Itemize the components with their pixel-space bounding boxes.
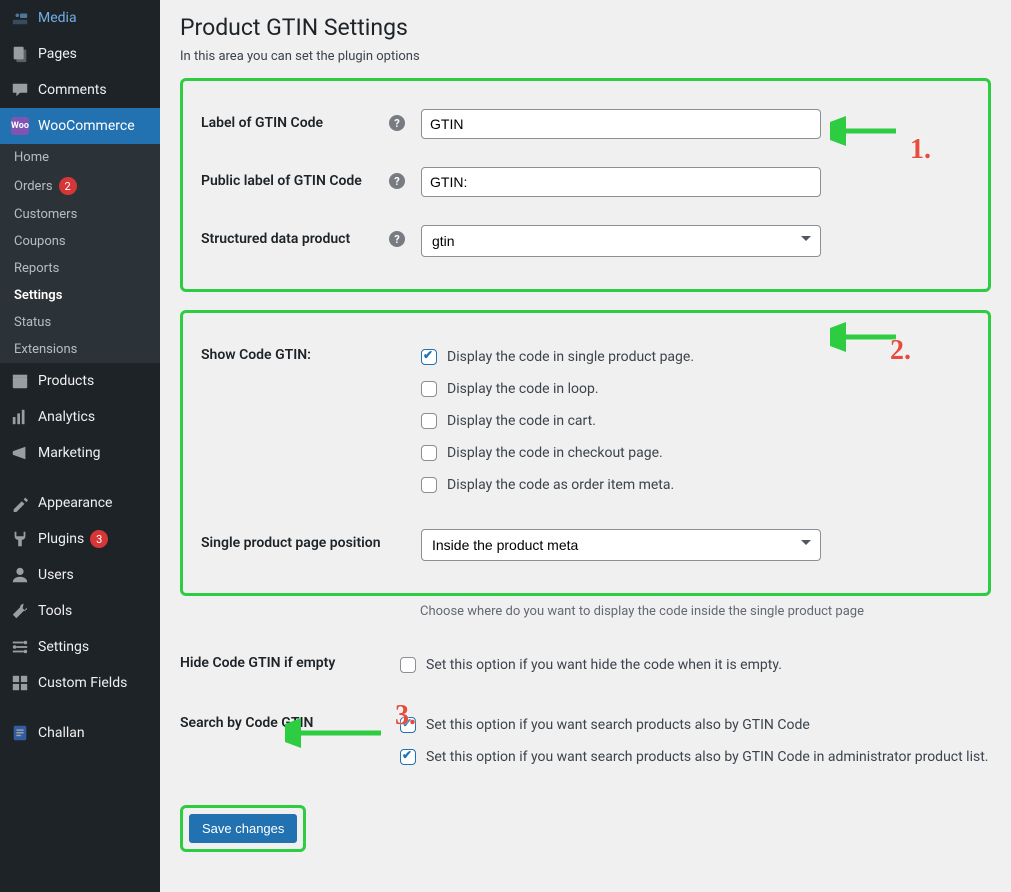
- checkbox-single-product[interactable]: [421, 349, 437, 365]
- input-public-label[interactable]: [421, 167, 821, 197]
- sidebar-item-settings[interactable]: Settings: [0, 629, 160, 665]
- submenu-settings[interactable]: Settings: [0, 282, 160, 309]
- sidebar-item-comments[interactable]: Comments: [0, 72, 160, 108]
- sidebar-label: Challan: [38, 725, 85, 741]
- main-content: Product GTIN Settings In this area you c…: [160, 0, 1011, 892]
- sidebar-item-appearance[interactable]: Appearance: [0, 485, 160, 521]
- page-title: Product GTIN Settings: [180, 14, 991, 41]
- label-public-gtin: Public label of GTIN Code?: [201, 167, 421, 189]
- label-search: Search by Code GTIN: [180, 709, 400, 731]
- submenu-home[interactable]: Home: [0, 144, 160, 171]
- sidebar-label: Products: [38, 373, 94, 389]
- marketing-icon: [10, 443, 30, 463]
- users-icon: [10, 565, 30, 585]
- label-structured-data: Structured data product?: [201, 225, 421, 247]
- sidebar-item-media[interactable]: Media: [0, 0, 160, 36]
- settings-icon: [10, 637, 30, 657]
- plugins-badge: 3: [90, 530, 108, 548]
- sidebar-label: Media: [38, 10, 77, 26]
- select-structured-data[interactable]: gtin: [421, 225, 821, 257]
- submenu-extensions[interactable]: Extensions: [0, 336, 160, 363]
- label-position: Single product page position: [201, 529, 421, 551]
- sidebar-label: WooCommerce: [38, 118, 135, 134]
- sidebar-item-plugins[interactable]: Plugins 3: [0, 521, 160, 557]
- checkbox-search-gtin[interactable]: [400, 717, 416, 733]
- sidebar-label: Tools: [38, 603, 72, 619]
- show-code-options: Display the code in single product page.…: [421, 341, 970, 501]
- checkbox-order-meta[interactable]: [421, 477, 437, 493]
- products-icon: [10, 371, 30, 391]
- checkbox-checkout[interactable]: [421, 445, 437, 461]
- sidebar-item-users[interactable]: Users: [0, 557, 160, 593]
- checkbox-loop[interactable]: [421, 381, 437, 397]
- box-display: Show Code GTIN: Display the code in sing…: [180, 310, 991, 596]
- sidebar-item-marketing[interactable]: Marketing: [0, 435, 160, 471]
- sidebar-item-pages[interactable]: Pages: [0, 36, 160, 72]
- select-position[interactable]: Inside the product meta: [421, 529, 821, 561]
- checkbox-hide-empty[interactable]: [400, 657, 416, 673]
- save-highlight: Save changes: [180, 805, 306, 852]
- orders-badge: 2: [59, 177, 77, 195]
- box-labels: Label of GTIN Code? Public label of GTIN…: [180, 78, 991, 292]
- custom-fields-icon: [10, 673, 30, 693]
- sidebar-item-analytics[interactable]: Analytics: [0, 399, 160, 435]
- sidebar-label: Users: [38, 567, 74, 583]
- sidebar-item-tools[interactable]: Tools: [0, 593, 160, 629]
- help-icon[interactable]: ?: [389, 173, 405, 189]
- save-button[interactable]: Save changes: [189, 814, 297, 843]
- appearance-icon: [10, 493, 30, 513]
- submenu-customers[interactable]: Customers: [0, 201, 160, 228]
- analytics-icon: [10, 407, 30, 427]
- sidebar-label: Comments: [38, 82, 107, 98]
- plugins-icon: [10, 529, 30, 549]
- sidebar-label: Custom Fields: [38, 675, 127, 691]
- sidebar-label: Plugins: [38, 531, 84, 547]
- pages-icon: [10, 44, 30, 64]
- submenu-status[interactable]: Status: [0, 309, 160, 336]
- checkbox-cart[interactable]: [421, 413, 437, 429]
- sidebar-label: Pages: [38, 46, 77, 62]
- woocommerce-icon: Woo: [10, 116, 30, 136]
- submenu-reports[interactable]: Reports: [0, 255, 160, 282]
- sidebar-label: Marketing: [38, 445, 101, 461]
- page-description: In this area you can set the plugin opti…: [180, 49, 991, 64]
- sidebar-item-challan[interactable]: Challan: [0, 715, 160, 751]
- media-icon: [10, 8, 30, 28]
- woocommerce-submenu: Home Orders2 Customers Coupons Reports S…: [0, 144, 160, 363]
- sidebar-item-custom-fields[interactable]: Custom Fields: [0, 665, 160, 701]
- sidebar-label: Analytics: [38, 409, 95, 425]
- position-hint: Choose where do you want to display the …: [420, 604, 864, 619]
- tools-icon: [10, 601, 30, 621]
- label-show-code: Show Code GTIN:: [201, 341, 421, 363]
- label-hide-empty: Hide Code GTIN if empty: [180, 649, 400, 671]
- challan-icon: [10, 723, 30, 743]
- help-icon[interactable]: ?: [389, 115, 405, 131]
- comments-icon: [10, 80, 30, 100]
- sidebar-item-products[interactable]: Products: [0, 363, 160, 399]
- sidebar-label: Settings: [38, 639, 89, 655]
- admin-sidebar: Media Pages Comments Woo WooCommerce Hom…: [0, 0, 160, 892]
- help-icon[interactable]: ?: [389, 231, 405, 247]
- sidebar-label: Appearance: [38, 495, 112, 511]
- label-gtin-code: Label of GTIN Code?: [201, 109, 421, 131]
- sidebar-item-woocommerce[interactable]: Woo WooCommerce: [0, 108, 160, 144]
- submenu-orders[interactable]: Orders2: [0, 171, 160, 201]
- submenu-coupons[interactable]: Coupons: [0, 228, 160, 255]
- input-gtin-label[interactable]: [421, 109, 821, 139]
